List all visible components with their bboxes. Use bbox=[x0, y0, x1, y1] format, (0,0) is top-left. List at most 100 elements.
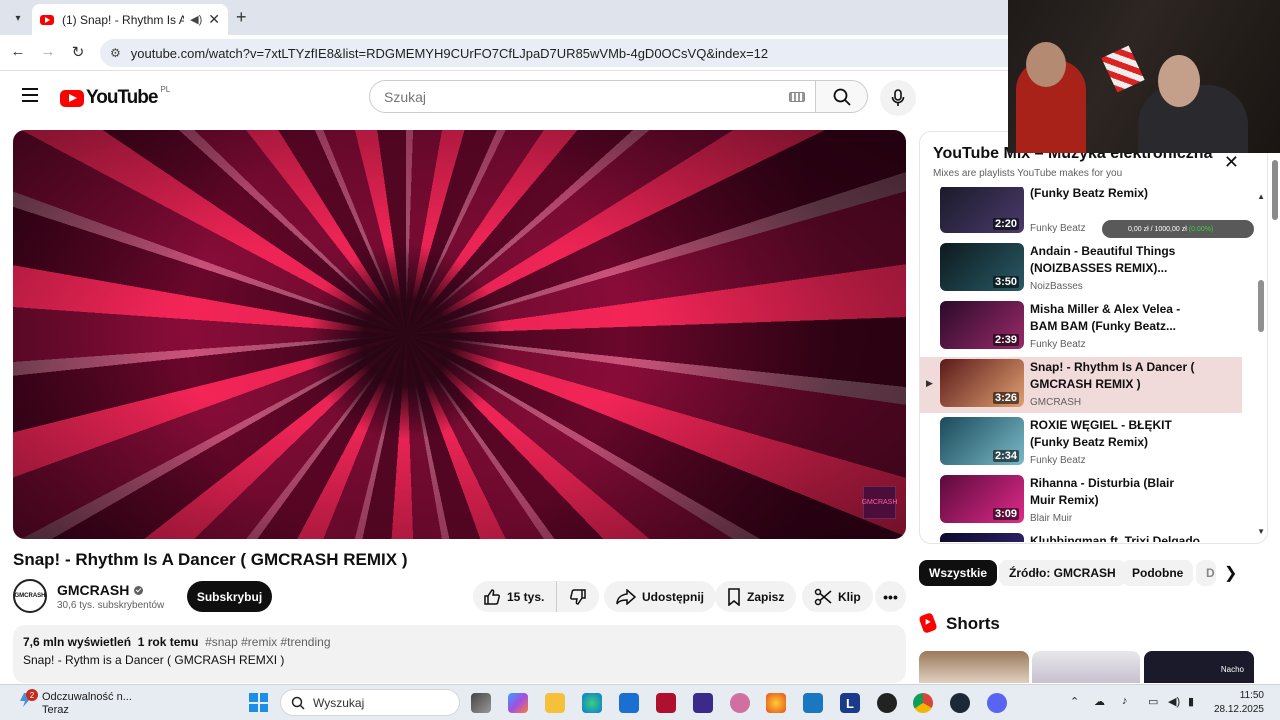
tab-search-button[interactable]: ▾ bbox=[8, 8, 28, 28]
playlist-item-title[interactable]: Snap! - Rhythm Is A Dancer ( GMCRASH REM… bbox=[1030, 359, 1200, 393]
copilot-icon[interactable] bbox=[508, 693, 528, 713]
playlist-thumbnail[interactable]: 2:20 bbox=[940, 187, 1024, 233]
short-thumbnail[interactable] bbox=[1032, 651, 1140, 683]
video-title: Snap! - Rhythm Is A Dancer ( GMCRASH REM… bbox=[13, 550, 408, 569]
playlist-item-title[interactable]: Andain - Beautiful Things (NOIZBASSES RE… bbox=[1030, 243, 1200, 277]
playlist-item[interactable]: 2:34 ROXIE WĘGIEL - BŁĘKIT (Funky Beatz R… bbox=[920, 415, 1242, 471]
channel-name-row[interactable]: GMCRASH bbox=[57, 582, 144, 598]
shorts-logo-icon bbox=[918, 612, 938, 634]
description-box[interactable]: 7,6 mln wyświetleń 1 rok temu #snap #rem… bbox=[13, 625, 906, 683]
tab-close-icon[interactable]: ✕ bbox=[208, 11, 220, 28]
search-button[interactable] bbox=[816, 80, 868, 113]
store-icon[interactable] bbox=[619, 693, 639, 713]
display-icon[interactable]: ▭ bbox=[1148, 695, 1158, 708]
system-clock[interactable]: 11:50 28.12.2025 bbox=[1214, 689, 1264, 717]
edge-icon[interactable] bbox=[582, 693, 602, 713]
speaker-icon[interactable]: ◀) bbox=[190, 13, 202, 26]
reload-icon[interactable]: ↻ bbox=[68, 43, 88, 61]
discord-icon[interactable] bbox=[987, 693, 1007, 713]
address-bar[interactable]: ⚙ youtube.com/watch?v=7xtLTYzfIE8&list=R… bbox=[100, 39, 1008, 67]
like-button[interactable]: 15 tys. bbox=[473, 581, 558, 612]
voice-search-button[interactable] bbox=[880, 80, 916, 116]
volume-icon[interactable]: ◀) bbox=[1168, 695, 1180, 708]
channel-watermark[interactable]: GMCRASH bbox=[862, 486, 897, 519]
chip-source[interactable]: Źródło: GMCRASH bbox=[999, 560, 1126, 586]
youtube-favicon-icon bbox=[40, 14, 54, 25]
hashtags[interactable]: #snap #remix #trending bbox=[205, 635, 330, 649]
chip-more[interactable]: D bbox=[1196, 560, 1216, 586]
taskbar-search[interactable]: Wyszukaj bbox=[280, 689, 460, 716]
short-thumbnail[interactable]: Nacho bbox=[1144, 651, 1254, 683]
playlist-item[interactable]: ▶ 3:26 Snap! - Rhythm Is A Dancer ( GMCRAS… bbox=[920, 357, 1242, 413]
page-scrollbar[interactable] bbox=[1272, 160, 1278, 220]
back-arrow-icon[interactable]: ← bbox=[8, 43, 28, 60]
firefox-icon[interactable] bbox=[766, 693, 786, 713]
more-actions-icon[interactable]: ••• bbox=[875, 581, 906, 612]
chrome-icon[interactable] bbox=[913, 693, 933, 713]
network-icon[interactable]: ☁ bbox=[1094, 695, 1105, 708]
playlist-item-channel[interactable]: GMCRASH bbox=[1030, 397, 1081, 408]
app-l-icon[interactable]: L bbox=[840, 693, 860, 713]
playlist-items: 2:20 (Funky Beatz Remix) Funky Beatz 3:50 An… bbox=[920, 187, 1250, 542]
short-thumbnail[interactable] bbox=[919, 651, 1029, 683]
youtube-logo[interactable]: YouTube PL bbox=[60, 85, 170, 109]
chevron-right-icon[interactable]: ❯ bbox=[1224, 563, 1237, 583]
playlist-item-title[interactable]: Misha Miller & Alex Velea - BAM BAM (Fun… bbox=[1030, 301, 1200, 335]
mcafee-icon[interactable] bbox=[656, 693, 676, 713]
scroll-up-arrow-icon[interactable]: ▲ bbox=[1257, 192, 1265, 201]
playlist-item-channel[interactable]: Funky Beatz bbox=[1030, 455, 1086, 466]
save-button[interactable]: Zapisz bbox=[715, 581, 797, 612]
task-view-icon[interactable] bbox=[471, 693, 491, 713]
video-player[interactable]: GMCRASH bbox=[13, 130, 906, 539]
playlist-item-channel[interactable]: NoizBasses bbox=[1030, 281, 1083, 292]
playlist-thumbnail[interactable]: 3:09 bbox=[940, 475, 1024, 523]
playlist-scrollbar[interactable] bbox=[1258, 280, 1264, 332]
channel-avatar[interactable]: GMCRASH bbox=[13, 579, 47, 613]
file-explorer-icon[interactable] bbox=[545, 693, 565, 713]
playlist-item-title[interactable]: Rihanna - Disturbia (Blair Muir Remix) bbox=[1030, 475, 1200, 509]
playlist-item-title[interactable]: (Funky Beatz Remix) bbox=[1030, 187, 1200, 202]
playlist-close-icon[interactable]: ✕ bbox=[1224, 152, 1239, 173]
playlist-item-channel[interactable]: Blair Muir bbox=[1030, 513, 1072, 524]
playlist-item[interactable]: Klubbingman ft. Trixi Delgado - Love Mes… bbox=[920, 531, 1242, 542]
playlist-item[interactable]: 2:39 Misha Miller & Alex Velea - BAM BAM … bbox=[920, 299, 1242, 355]
playlist-thumbnail[interactable] bbox=[940, 533, 1024, 542]
tray-overflow-icon[interactable]: ⌃ bbox=[1070, 695, 1079, 708]
windows-start-icon[interactable] bbox=[249, 693, 268, 712]
dislike-button[interactable] bbox=[557, 581, 599, 612]
playlist-thumbnail[interactable]: 3:50 bbox=[940, 243, 1024, 291]
playlist-thumbnail[interactable]: 2:34 bbox=[940, 417, 1024, 465]
settings-icon[interactable] bbox=[730, 693, 750, 713]
search-input[interactable] bbox=[384, 88, 789, 105]
app-hexagon-icon[interactable] bbox=[693, 693, 713, 713]
chip-similar[interactable]: Podobne bbox=[1122, 560, 1194, 586]
steam-icon[interactable] bbox=[950, 693, 970, 713]
menu-icon[interactable] bbox=[22, 88, 38, 106]
new-tab-button[interactable]: + bbox=[236, 7, 247, 28]
mail-icon[interactable] bbox=[803, 693, 823, 713]
microphone-icon bbox=[891, 89, 905, 106]
weather-widget[interactable]: 2 Odczuwalność n... Teraz bbox=[18, 689, 132, 717]
battery-icon[interactable]: ▮ bbox=[1188, 695, 1194, 708]
playlist-item-title[interactable]: ROXIE WĘGIEL - BŁĘKIT (Funky Beatz Remix… bbox=[1030, 417, 1200, 451]
chip-all[interactable]: Wszystkie bbox=[919, 560, 998, 586]
channel-name[interactable]: GMCRASH bbox=[57, 582, 129, 598]
scroll-down-arrow-icon[interactable]: ▼ bbox=[1257, 527, 1265, 536]
playlist-thumbnail[interactable]: 2:39 bbox=[940, 301, 1024, 349]
keyboard-icon[interactable] bbox=[789, 91, 805, 102]
forward-arrow-icon[interactable]: → bbox=[38, 43, 58, 60]
playlist-thumbnail[interactable]: 3:26 bbox=[940, 359, 1024, 407]
playlist-item[interactable]: 3:50 Andain - Beautiful Things (NOIZBASSE… bbox=[920, 241, 1242, 297]
obs-icon[interactable] bbox=[877, 693, 897, 713]
mic-tray-icon[interactable]: ♪ bbox=[1122, 695, 1128, 707]
playlist-item-channel[interactable]: Funky Beatz bbox=[1030, 223, 1086, 234]
browser-tab[interactable]: (1) Snap! - Rhythm Is A Dan ◀) ✕ bbox=[32, 4, 228, 35]
site-info-icon[interactable]: ⚙ bbox=[110, 46, 121, 60]
subscribe-button[interactable]: Subskrybuj bbox=[187, 581, 272, 612]
playlist-item-title[interactable]: Klubbingman ft. Trixi Delgado - Love Mes… bbox=[1030, 533, 1200, 542]
weather-icon: 2 bbox=[18, 689, 38, 709]
playlist-item[interactable]: 3:09 Rihanna - Disturbia (Blair Muir Remi… bbox=[920, 473, 1242, 529]
share-button[interactable]: Udostępnij bbox=[604, 581, 716, 612]
playlist-item-channel[interactable]: Funky Beatz bbox=[1030, 339, 1086, 350]
clip-button[interactable]: Klip bbox=[802, 581, 873, 612]
